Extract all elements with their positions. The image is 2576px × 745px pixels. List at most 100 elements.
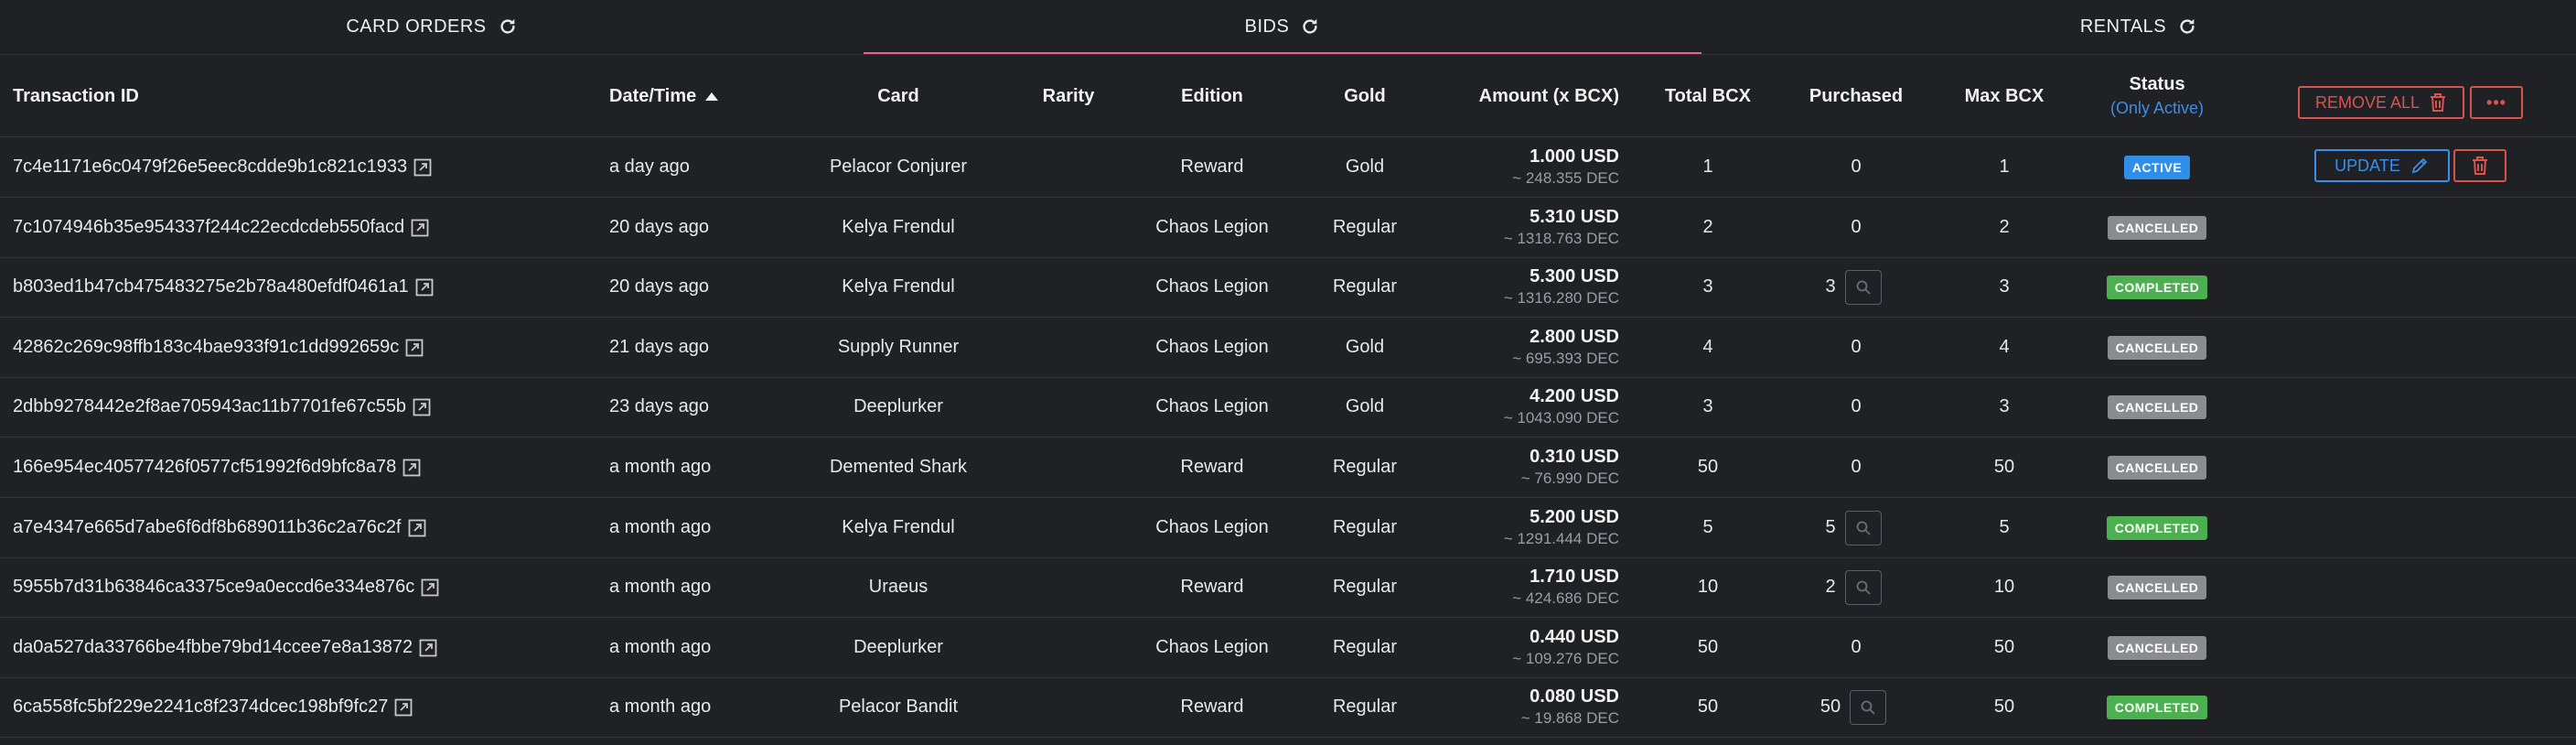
column-header-transaction-id[interactable]: Transaction ID: [13, 55, 379, 137]
amount-cell: 0.080 USD ~ 19.868 DEC: [1434, 677, 1619, 737]
amount-dec: ~ 424.686 DEC: [1512, 589, 1619, 607]
purchased-count: 0: [1851, 457, 1862, 477]
external-link-icon[interactable]: [405, 339, 424, 357]
max-bcx-cell: 50: [1993, 637, 2015, 657]
view-purchases-search-icon[interactable]: [1844, 510, 1882, 545]
edition-cell: Chaos Legion: [1155, 637, 1269, 657]
column-label: Status: [2129, 74, 2185, 94]
refresh-icon[interactable]: [498, 16, 518, 37]
view-purchases-search-icon[interactable]: [1844, 269, 1882, 305]
column-header-gold[interactable]: Gold: [1295, 55, 1434, 137]
column-label: Gold: [1344, 85, 1386, 106]
amount-dec: ~ 76.990 DEC: [1520, 470, 1619, 487]
transaction-id: 7c4e1171e6c0479f26e5eec8cdde9b1c821c1933: [13, 157, 408, 177]
tab-rentals[interactable]: RENTALS: [1701, 0, 2576, 53]
button-label: REMOVE ALL: [2314, 92, 2420, 112]
column-header-status[interactable]: Status (Only Active): [2078, 55, 2236, 137]
gold-cell: Regular: [1332, 276, 1398, 297]
card-name-cell: Kelya Frendul: [842, 217, 955, 237]
column-header-rarity[interactable]: Rarity: [1008, 55, 1129, 137]
transaction-id-cell: da0a527da33766be4fbbe79bd14ccee7e8a13872: [13, 618, 598, 677]
tab-card-orders[interactable]: CARD ORDERS: [0, 0, 864, 53]
status-badge: COMPLETED: [2106, 515, 2208, 540]
edition-cell: Chaos Legion: [1155, 517, 1269, 537]
external-link-icon[interactable]: [421, 578, 439, 597]
column-header-edition[interactable]: Edition: [1129, 55, 1295, 137]
purchased-count: 0: [1851, 396, 1862, 416]
total-bcx-cell: 4: [1702, 337, 1713, 357]
external-link-icon[interactable]: [402, 459, 421, 477]
status-cell: CANCELLED: [2078, 318, 2236, 377]
refresh-icon[interactable]: [1300, 16, 1320, 37]
purchased-count: 0: [1851, 337, 1862, 357]
tab-bids[interactable]: BIDS: [864, 0, 1701, 53]
rarity-cell: [1008, 377, 1129, 437]
external-link-icon[interactable]: [413, 398, 431, 416]
refresh-icon[interactable]: [2177, 16, 2197, 37]
view-purchases-search-icon[interactable]: [1850, 689, 1887, 725]
total-bcx-cell: 1: [1702, 157, 1713, 177]
column-header-card[interactable]: Card: [789, 55, 1008, 137]
amount-usd: 0.080 USD: [1530, 686, 1619, 707]
purchased-count: 3: [1825, 276, 1836, 297]
transaction-id: b803ed1b47cb475483275e2b78a480efdf0461a1: [13, 276, 409, 297]
column-header-purchased[interactable]: Purchased: [1782, 55, 1930, 137]
column-label: Purchased: [1809, 85, 1904, 106]
external-link-icon[interactable]: [411, 219, 429, 237]
rarity-cell: [1008, 318, 1129, 377]
status-badge: COMPLETED: [2106, 695, 2208, 719]
transaction-id-cell: 166e954ec40577426f0577cf51992f6d9bfc8a78: [13, 437, 598, 497]
cancel-bid-button[interactable]: [2453, 149, 2506, 182]
external-link-icon[interactable]: [394, 698, 413, 717]
column-header-total-bcx[interactable]: Total BCX: [1634, 55, 1782, 137]
amount-cell: 1.710 USD ~ 424.686 DEC: [1434, 557, 1619, 617]
transaction-id-cell: a7e4347e665d7abe6f6df8b689011b36c2a76c2f: [13, 498, 598, 557]
datetime-cell: 20 days ago: [609, 217, 709, 237]
purchased-cell: 50: [1782, 677, 1930, 737]
status-cell: CANCELLED: [2078, 557, 2236, 617]
pencil-icon: [2410, 156, 2430, 176]
update-bid-button[interactable]: UPDATE: [2314, 149, 2450, 182]
button-label: UPDATE: [2334, 156, 2400, 175]
transaction-id-cell: 6ca558fc5bf229e2241c8f2374dcec198bf9fc27: [13, 677, 598, 737]
external-link-icon[interactable]: [415, 278, 434, 297]
column-label: Edition: [1181, 85, 1243, 106]
table-row: 5955b7d31b63846ca3375ce9a0eccd6e334e876c…: [0, 557, 2576, 618]
gold-cell: Regular: [1332, 577, 1398, 597]
transaction-id: 166e954ec40577426f0577cf51992f6d9bfc8a78: [13, 457, 397, 477]
rarity-cell: [1008, 557, 1129, 617]
column-label: Rarity: [1042, 85, 1095, 106]
remove-all-button[interactable]: REMOVE ALL: [2298, 86, 2464, 119]
tab-label: RENTALS: [2079, 16, 2167, 37]
amount-dec: ~ 695.393 DEC: [1512, 350, 1619, 367]
amount-cell: 0.440 USD ~ 109.276 DEC: [1434, 618, 1619, 677]
rarity-cell: [1008, 198, 1129, 257]
amount-dec: ~ 1291.444 DEC: [1503, 530, 1619, 547]
trash-icon: [2471, 156, 2489, 176]
table-row: a7e4347e665d7abe6f6df8b689011b36c2a76c2f…: [0, 498, 2576, 558]
purchased-cell: 0: [1782, 377, 1930, 437]
gold-cell: Gold: [1345, 337, 1385, 357]
card-name-cell: Pelacor Bandit: [838, 696, 959, 717]
status-cell: CANCELLED: [2078, 437, 2236, 497]
view-purchases-search-icon[interactable]: [1844, 569, 1882, 605]
external-link-icon[interactable]: [413, 158, 432, 177]
purchased-count: 5: [1825, 517, 1836, 537]
column-header-amount[interactable]: Amount (x BCX): [1434, 55, 1619, 137]
column-header-max-bcx[interactable]: Max BCX: [1930, 55, 2078, 137]
purchased-count: 0: [1851, 157, 1862, 177]
transaction-id: 5955b7d31b63846ca3375ce9a0eccd6e334e876c: [13, 577, 415, 597]
datetime-cell: 20 days ago: [609, 276, 709, 297]
column-header-datetime[interactable]: Date/Time: [609, 55, 792, 137]
gold-cell: Regular: [1332, 517, 1398, 537]
status-cell: COMPLETED: [2078, 257, 2236, 317]
external-link-icon[interactable]: [408, 519, 426, 537]
external-link-icon[interactable]: [419, 639, 437, 657]
tab-bar: CARD ORDERS BIDS RENTALS: [0, 0, 2576, 55]
max-bcx-cell: 3: [1999, 276, 2010, 297]
amount-cell: 5.300 USD ~ 1316.280 DEC: [1434, 257, 1619, 317]
amount-dec: ~ 248.355 DEC: [1512, 169, 1619, 187]
more-options-button[interactable]: •••: [2470, 86, 2523, 119]
status-cell: COMPLETED: [2078, 677, 2236, 737]
datetime-cell: a month ago: [609, 637, 712, 657]
